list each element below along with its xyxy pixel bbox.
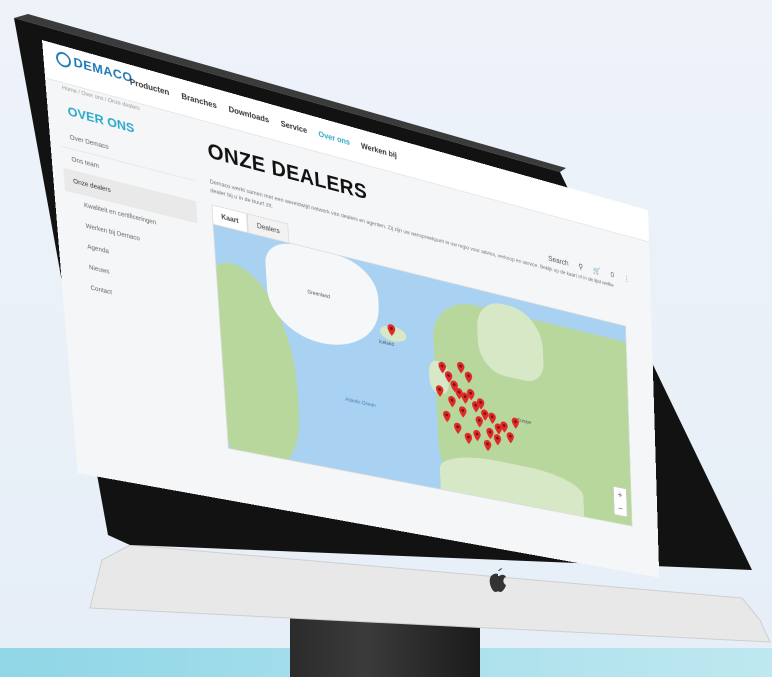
logo-icon <box>55 50 72 70</box>
dealer-pin-icon[interactable] <box>453 421 462 435</box>
dealer-pin-icon[interactable] <box>464 370 473 384</box>
search-icon[interactable]: ⚲ <box>578 262 583 272</box>
menu-icon[interactable]: ⋮ <box>624 274 630 284</box>
nav-item-producten[interactable]: Producten <box>130 77 170 97</box>
sidebar: OVER ONS Over Demaco Ons team Onze deale… <box>58 101 205 324</box>
dealer-pin-icon[interactable] <box>458 405 467 419</box>
dealer-pin-icon[interactable] <box>473 429 482 442</box>
nav-item-branches[interactable]: Branches <box>181 91 217 110</box>
dealer-pin-icon[interactable] <box>387 323 396 337</box>
nav-item-werken-bij[interactable]: Werken bij <box>361 141 397 159</box>
dealer-pin-icon[interactable] <box>442 410 451 423</box>
dealer-pin-icon[interactable] <box>506 431 515 445</box>
dealer-pin-icon[interactable] <box>483 439 492 452</box>
dealer-pin-icon[interactable] <box>435 384 444 398</box>
dealer-pin-icon[interactable] <box>456 361 465 375</box>
dealer-pin-icon[interactable] <box>511 416 520 430</box>
map-label-atlantic: Atlantic Ocean <box>345 397 376 409</box>
dealer-pin-icon[interactable] <box>475 415 484 429</box>
apple-icon <box>489 568 506 592</box>
map-zoom-control[interactable]: + − <box>612 485 628 518</box>
cart-icon[interactable]: 🛒 <box>593 266 601 277</box>
dealer-pin-icon[interactable] <box>448 395 457 409</box>
nav-item-service[interactable]: Service <box>280 119 307 135</box>
nav-item-downloads[interactable]: Downloads <box>228 105 269 125</box>
dealer-pin-icon[interactable] <box>493 433 502 447</box>
dealer-pin-icon[interactable] <box>466 388 475 402</box>
nav-item-over-ons[interactable]: Over ons <box>318 129 350 146</box>
cart-count: 0 <box>610 270 615 280</box>
dealer-pin-icon[interactable] <box>464 432 473 445</box>
